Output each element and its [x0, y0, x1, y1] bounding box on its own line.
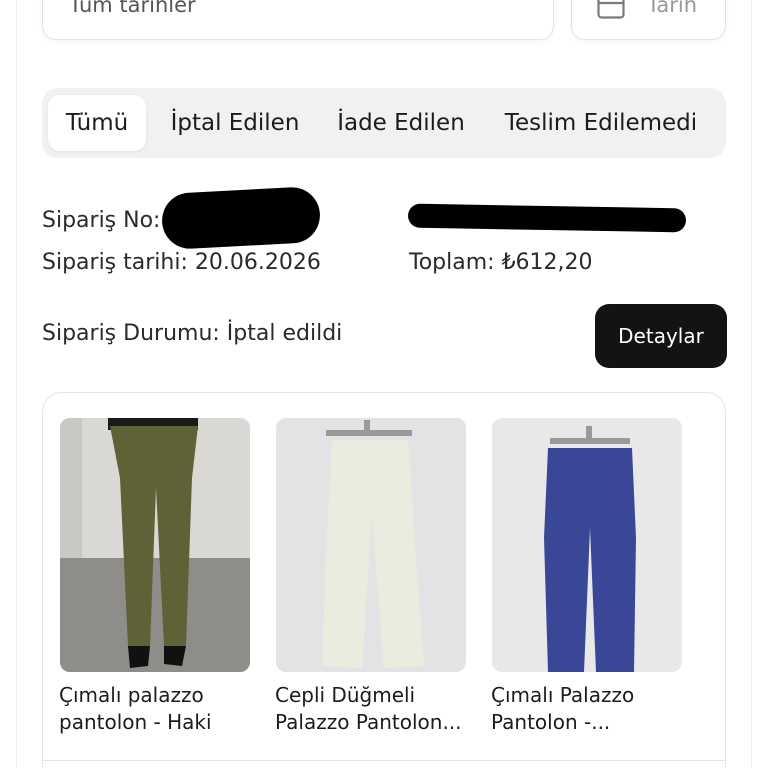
- order-date-label: Sipariş tarihi:: [42, 250, 188, 275]
- product-name-line: Palazzo Pantolon...: [275, 710, 462, 734]
- order-number: Sipariş No:: [42, 208, 160, 233]
- product-photo-khaki: [60, 418, 250, 672]
- product-name-line: Pantolon -...: [491, 710, 611, 734]
- calendar-icon: [597, 0, 625, 19]
- order-status: Sipariş Durumu: İptal edildi: [42, 321, 342, 346]
- product-name[interactable]: Çımalı Palazzo Pantolon -...: [491, 682, 691, 736]
- product-name-line: Cepli Düğmeli: [275, 683, 416, 707]
- order-number-label: Sipariş No:: [42, 208, 161, 233]
- product-name[interactable]: Cepli Düğmeli Palazzo Pantolon...: [275, 682, 475, 736]
- order-status-value: İptal edildi: [226, 321, 343, 346]
- tab-undelivered[interactable]: Teslim Edilemedi: [494, 95, 708, 151]
- details-button[interactable]: Detaylar: [595, 304, 727, 368]
- tab-all[interactable]: Tümü: [48, 95, 146, 151]
- tab-cancelled[interactable]: İptal Edilen: [160, 95, 310, 151]
- date-filter-button[interactable]: Tarih: [571, 0, 726, 40]
- date-filter-label: Tarih: [647, 0, 697, 17]
- product-name-line: Çımalı palazzo: [59, 683, 204, 707]
- order-status-label: Sipariş Durumu:: [42, 321, 220, 346]
- order-total-value: ₺612,20: [501, 250, 593, 275]
- order-date: Sipariş tarihi: 20.06.2026: [42, 250, 321, 275]
- product-image[interactable]: [492, 418, 682, 672]
- product-photo-blue: [492, 418, 682, 672]
- product-image[interactable]: [60, 418, 250, 672]
- product-name[interactable]: Çımalı palazzo pantolon - Haki: [59, 682, 259, 736]
- order-date-value: 20.06.2026: [194, 250, 321, 275]
- date-range-value: Tüm tarihler: [69, 0, 196, 17]
- redaction-scribble: [160, 185, 322, 251]
- product-photo-cream: [276, 418, 466, 672]
- date-range-select[interactable]: Tüm tarihler: [42, 0, 554, 40]
- tab-returned[interactable]: İade Edilen: [326, 95, 476, 151]
- order-total: Toplam: ₺612,20: [409, 250, 593, 275]
- card-divider: [42, 760, 726, 761]
- order-total-label: Toplam:: [409, 250, 495, 275]
- product-name-line: Çımalı Palazzo: [491, 683, 635, 707]
- status-tabs: Tümü İptal Edilen İade Edilen Teslim Edi…: [42, 88, 726, 158]
- redaction-scribble: [407, 203, 687, 233]
- product-image[interactable]: [276, 418, 466, 672]
- product-name-line: pantolon - Haki: [59, 710, 212, 734]
